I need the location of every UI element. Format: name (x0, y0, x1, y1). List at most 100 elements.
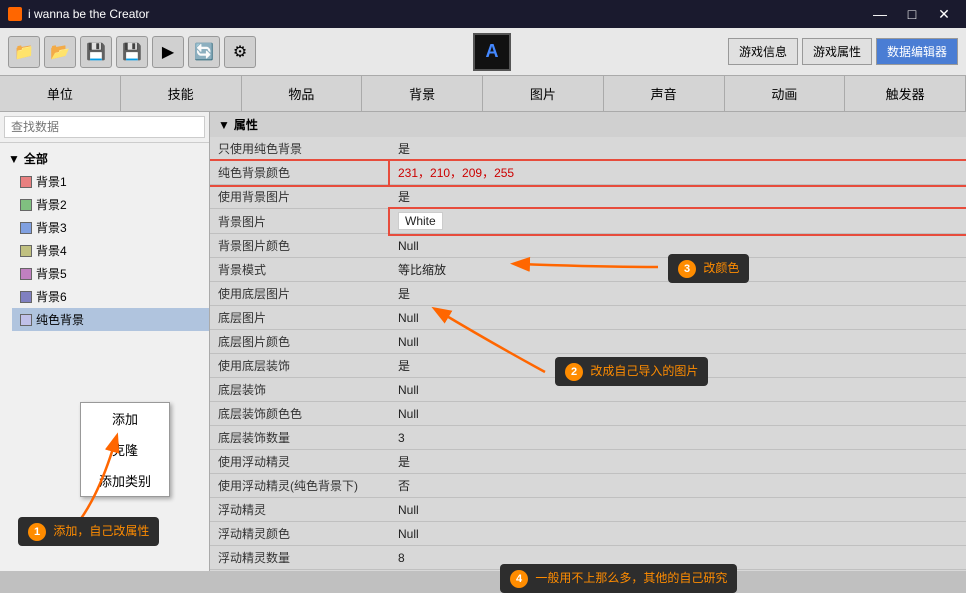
tree-item-bg1[interactable]: 背景1 (12, 170, 209, 193)
table-row[interactable]: 使用背景图片是 (210, 185, 966, 209)
toolbar-save2[interactable]: 💾 (116, 36, 148, 68)
prop-value[interactable]: Null (390, 522, 966, 546)
titlebar-controls: — □ ✕ (866, 5, 958, 23)
table-row[interactable]: 使用浮动精灵(纯色背景下)否 (210, 474, 966, 498)
prop-key: 底层图片 (210, 306, 390, 330)
tab-skill[interactable]: 技能 (121, 76, 242, 111)
app-title: i wanna be the Creator (28, 7, 149, 21)
annotation-circle-3: 3 (678, 260, 696, 278)
context-menu: 添加 克隆 添加类别 (80, 402, 170, 497)
tree-item-bg6[interactable]: 背景6 (12, 285, 209, 308)
tab-background[interactable]: 背景 (362, 76, 483, 111)
color-indicator-bg1 (20, 176, 32, 188)
table-row[interactable]: 浮动精灵颜色Null (210, 522, 966, 546)
prop-key: 底层装饰数量 (210, 426, 390, 450)
tree-expand-icon: ▼ (8, 152, 20, 166)
toolbar-logo: A (473, 33, 511, 71)
tab-sound[interactable]: 声音 (604, 76, 725, 111)
tab-trigger[interactable]: 触发器 (845, 76, 966, 111)
maximize-button[interactable]: □ (898, 5, 926, 23)
game-info-button[interactable]: 游戏信息 (728, 38, 798, 65)
tree-item-bg4[interactable]: 背景4 (12, 239, 209, 262)
color-indicator-bg3 (20, 222, 32, 234)
table-row[interactable]: 背景图片颜色Null (210, 234, 966, 258)
table-row[interactable]: 只使用纯色背景是 (210, 137, 966, 161)
tree-label-bg6: 背景6 (36, 288, 67, 305)
triangle-icon: ▼ (218, 118, 230, 132)
table-row[interactable]: 纯色背景颜色231，210，209，255 (210, 161, 966, 185)
search-box (0, 112, 209, 143)
prop-value[interactable]: Null (390, 402, 966, 426)
toolbar-right: 游戏信息 游戏属性 数据编辑器 (728, 38, 958, 65)
table-row[interactable]: 使用浮动精灵是 (210, 450, 966, 474)
toolbar-new[interactable]: 📁 (8, 36, 40, 68)
table-row[interactable]: 底层装饰数量3 (210, 426, 966, 450)
prop-value[interactable]: 否 (390, 474, 966, 498)
table-row[interactable]: 底层装饰颜色色Null (210, 402, 966, 426)
tree-item-bg3[interactable]: 背景3 (12, 216, 209, 239)
context-clone[interactable]: 克隆 (81, 434, 169, 465)
table-row[interactable]: 浮动精灵Null (210, 498, 966, 522)
tree-area: ▼ 全部 背景1 背景2 背景3 背景4 (0, 143, 209, 571)
annotation-circle-2: 2 (565, 363, 583, 381)
main-content: ▼ 全部 背景1 背景2 背景3 背景4 (0, 112, 966, 571)
prop-value[interactable]: 3 (390, 426, 966, 450)
prop-value[interactable]: 是 (390, 282, 966, 306)
prop-value[interactable]: 是 (390, 450, 966, 474)
prop-value[interactable]: Null (390, 498, 966, 522)
prop-key: 浮动精灵颜色 (210, 522, 390, 546)
tree-label-bg2: 背景2 (36, 196, 67, 213)
tab-item[interactable]: 物品 (242, 76, 363, 111)
table-row[interactable]: 底层图片颜色Null (210, 330, 966, 354)
prop-key: 使用底层图片 (210, 282, 390, 306)
props-table: 只使用纯色背景是纯色背景颜色231，210，209，255使用背景图片是背景图片… (210, 137, 966, 571)
data-editor-button[interactable]: 数据编辑器 (876, 38, 958, 65)
toolbar-center: A (260, 33, 724, 71)
white-value-badge: White (398, 212, 443, 230)
props-header-label: 属性 (234, 116, 258, 133)
toolbar-save[interactable]: 💾 (80, 36, 112, 68)
prop-value[interactable]: Null (390, 306, 966, 330)
search-input[interactable] (4, 116, 205, 138)
prop-value[interactable]: Null (390, 330, 966, 354)
close-button[interactable]: ✕ (930, 5, 958, 23)
prop-key: 只使用纯色背景 (210, 137, 390, 161)
tree-label-pure-bg: 纯色背景 (36, 311, 84, 328)
tab-unit[interactable]: 单位 (0, 76, 121, 111)
color-indicator-bg6 (20, 291, 32, 303)
game-props-button[interactable]: 游戏属性 (802, 38, 872, 65)
prop-key: 使用浮动精灵(纯色背景下) (210, 474, 390, 498)
tab-animation[interactable]: 动画 (725, 76, 846, 111)
table-row[interactable]: 底层图片Null (210, 306, 966, 330)
tree-root-label: 全部 (24, 150, 48, 167)
titlebar: i wanna be the Creator — □ ✕ (0, 0, 966, 28)
table-row[interactable]: 背景图片White (210, 209, 966, 234)
table-row[interactable]: 使用底层图片是 (210, 282, 966, 306)
minimize-button[interactable]: — (866, 5, 894, 23)
prop-value[interactable]: 是 (390, 137, 966, 161)
toolbar-open[interactable]: 📂 (44, 36, 76, 68)
toolbar: 📁 📂 💾 💾 ▶ 🔄 ⚙ A 游戏信息 游戏属性 数据编辑器 (0, 28, 966, 76)
context-add-category[interactable]: 添加类别 (81, 465, 169, 496)
prop-key: 背景模式 (210, 258, 390, 282)
toolbar-refresh[interactable]: 🔄 (188, 36, 220, 68)
table-row[interactable]: 背景模式等比缩放 (210, 258, 966, 282)
prop-value[interactable]: 231，210，209，255 (390, 161, 966, 185)
annotation-circle-4: 4 (510, 570, 528, 588)
tree-children: 背景1 背景2 背景3 背景4 背景5 (0, 170, 209, 331)
tree-label-bg3: 背景3 (36, 219, 67, 236)
tree-item-pure-bg[interactable]: 纯色背景 (12, 308, 209, 331)
tabbar: 单位 技能 物品 背景 图片 声音 动画 触发器 (0, 76, 966, 112)
tree-root[interactable]: ▼ 全部 (0, 147, 209, 170)
toolbar-run[interactable]: ▶ (152, 36, 184, 68)
prop-value[interactable]: 是 (390, 185, 966, 209)
prop-value[interactable]: White (390, 209, 966, 234)
tab-image[interactable]: 图片 (483, 76, 604, 111)
titlebar-left: i wanna be the Creator (8, 7, 149, 21)
context-add[interactable]: 添加 (81, 403, 169, 434)
tree-item-bg2[interactable]: 背景2 (12, 193, 209, 216)
tree-label-bg1: 背景1 (36, 173, 67, 190)
tree-label-bg5: 背景5 (36, 265, 67, 282)
toolbar-settings[interactable]: ⚙ (224, 36, 256, 68)
tree-item-bg5[interactable]: 背景5 (12, 262, 209, 285)
